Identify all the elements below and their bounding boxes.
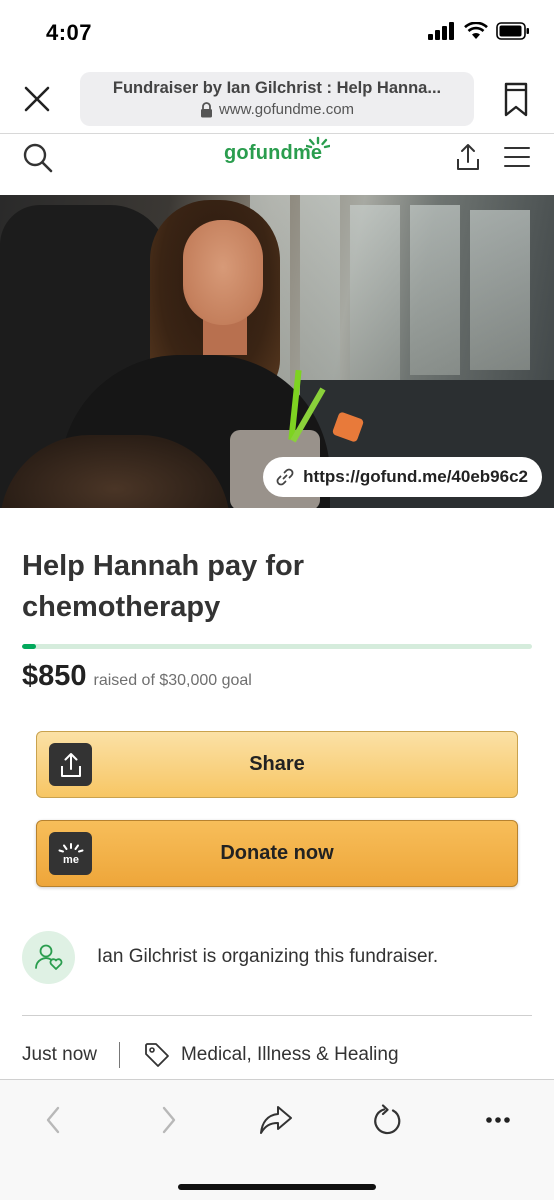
more-button[interactable] [478,1102,518,1138]
progress-bar [22,644,532,649]
short-link-text: https://gofund.me/40eb96c2 [303,467,528,486]
share-icon [457,144,479,170]
short-link-pill[interactable]: https://gofund.me/40eb96c2 [263,457,542,497]
donate-button[interactable]: me Donate now [36,820,518,887]
site-header: gofundme [0,134,554,194]
url-domain: www.gofundme.com [218,101,355,118]
raised-summary: $850 raised of $30,000 goal [22,660,252,693]
organizer-row: Ian Gilchrist is organizing this fundrai… [22,930,532,984]
header-share-button[interactable] [455,142,481,172]
bookmark-icon [504,82,528,117]
share-arrow-icon [260,1106,292,1134]
share-button-icon-box [49,743,92,786]
browser-share-button[interactable] [256,1102,296,1138]
browser-toolbar [0,1079,554,1200]
status-icons [428,22,530,40]
person-heart-icon [34,944,62,970]
donate-button-icon-box: me [49,832,92,875]
hamburger-menu-icon [504,147,530,167]
signal-icon [428,22,454,40]
page-title: Fundraiser by Ian Gilchrist : Help Hanna… [112,79,442,97]
battery-icon [496,22,529,40]
progress-fill [22,644,37,649]
logo-sun-icon [306,136,330,149]
close-button[interactable] [22,84,52,114]
gofundme-me-icon: me [58,842,83,866]
search-icon [23,143,53,173]
share-icon [60,752,81,777]
meta-row: Just now Medical, Illness & Healing [22,1040,399,1070]
organizer-avatar [22,930,75,984]
category-link[interactable]: Medical, Illness & Healing [143,1041,399,1069]
menu-button[interactable] [504,146,530,168]
gofundme-logo[interactable]: gofundme [224,136,330,165]
face [183,220,263,325]
search-button[interactable] [22,142,54,174]
raised-amount: $850 [22,660,87,692]
link-icon [276,468,294,486]
url-domain-row: www.gofundme.com [80,101,474,118]
created-time: Just now [22,1044,97,1065]
back-button[interactable] [34,1102,74,1138]
share-button-label: Share [249,753,305,775]
content-divider [22,1015,532,1016]
donate-button-label: Donate now [220,842,334,864]
share-button[interactable]: Share [36,731,518,798]
fundraiser-title: Help Hannah pay for chemotherapy [22,550,304,623]
status-time: 4:07 [46,20,93,45]
address-bar[interactable]: Fundraiser by Ian Gilchrist : Help Hanna… [80,72,474,126]
reload-icon [374,1104,401,1135]
wifi-icon [464,22,488,39]
close-icon [24,86,50,112]
reload-button[interactable] [368,1102,408,1138]
more-dots-icon [486,1117,510,1123]
browser-bar: Fundraiser by Ian Gilchrist : Help Hanna… [0,62,554,134]
category-label: Medical, Illness & Healing [180,1044,399,1065]
forward-button[interactable] [148,1102,188,1138]
fundraiser-hero-photo: https://gofund.me/40eb96c2 [0,195,554,508]
bookmark-button[interactable] [503,82,529,118]
svg-text:me: me [63,854,79,866]
tag-icon [145,1043,169,1067]
chevron-right-icon [162,1106,176,1134]
chevron-left-icon [46,1106,60,1134]
lock-icon [200,101,212,117]
status-bar: 4:07 [0,0,554,62]
home-indicator [178,1184,376,1190]
meta-separator [118,1042,120,1068]
raised-goal: raised of $30,000 goal [93,672,252,689]
organizer-text: Ian Gilchrist is organizing this fundrai… [97,946,439,967]
